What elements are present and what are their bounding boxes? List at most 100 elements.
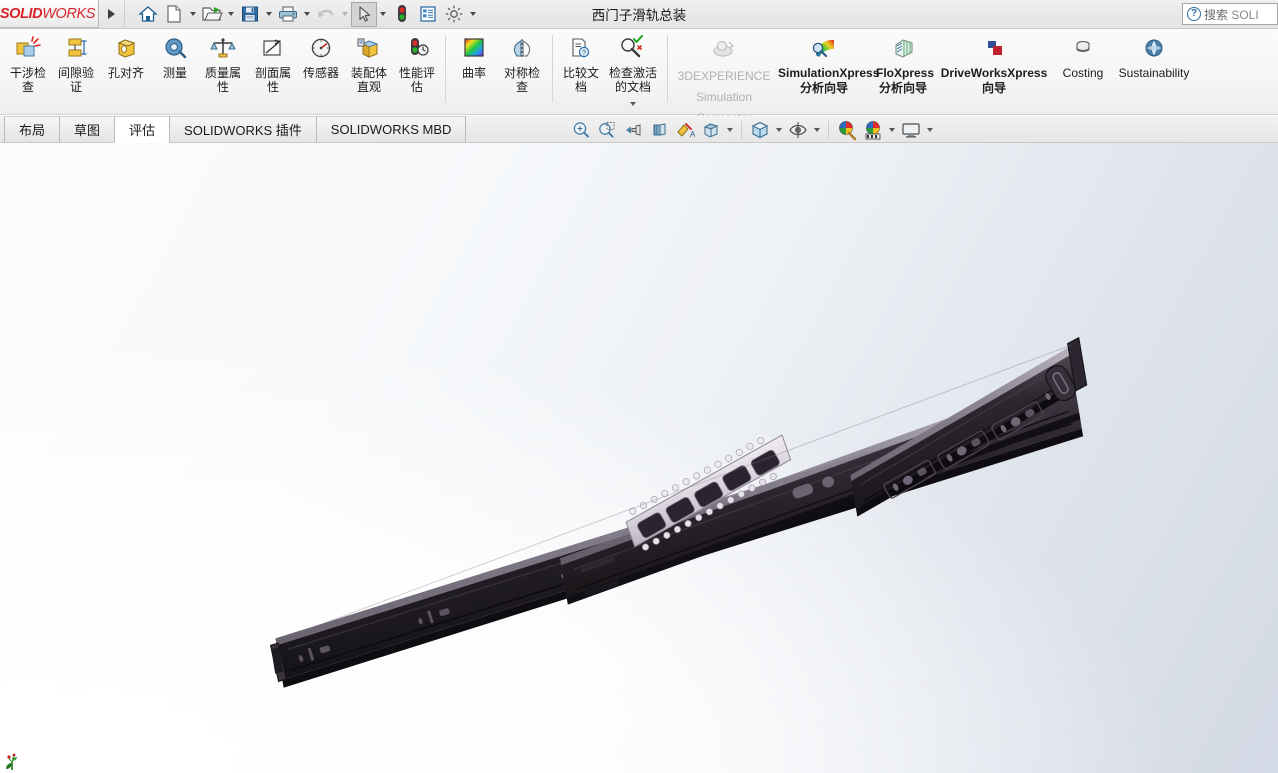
hide-show-items-button[interactable] (785, 118, 811, 142)
ribbon-assembly-visualization[interactable]: 装配体直观 (344, 29, 394, 94)
hide-show-items-dropdown[interactable] (811, 118, 823, 142)
ribbon-measure[interactable]: 测量 (152, 29, 198, 80)
previous-view-icon (626, 123, 641, 136)
ribbon-label: 间隙验证 (57, 66, 94, 94)
print-icon (279, 6, 297, 22)
home-button[interactable] (135, 2, 161, 27)
view-orientation-icon: A (677, 122, 695, 139)
ribbon-compare-documents[interactable]: ? 比较文档 (558, 29, 604, 94)
sensor-icon (306, 34, 336, 64)
open-document-dropdown[interactable] (225, 2, 237, 27)
ribbon-curvature[interactable]: 曲率 (451, 29, 497, 80)
display-style-cube-button[interactable] (747, 118, 773, 142)
tab-evaluate[interactable]: 评估 (114, 116, 171, 143)
zoom-to-area-button[interactable] (594, 118, 620, 142)
zoom-to-fit-button[interactable] (568, 118, 594, 142)
previous-view-button[interactable] (620, 118, 646, 142)
tab-label: 布局 (19, 123, 46, 138)
help-question-icon[interactable]: ? (1187, 7, 1201, 21)
view-settings-dropdown[interactable] (924, 118, 936, 142)
rebuild-icon (398, 5, 406, 22)
apply-scene-icon (865, 120, 881, 139)
open-document-button[interactable] (199, 2, 225, 27)
edit-appearance-button[interactable] (834, 118, 860, 142)
display-style-cube-dropdown[interactable] (773, 118, 785, 142)
chevron-down-icon (266, 12, 272, 16)
triangle-right-icon (108, 9, 115, 19)
home-icon (138, 6, 158, 22)
tab-sketch[interactable]: 草图 (59, 116, 116, 142)
tab-layout[interactable]: 布局 (4, 116, 61, 142)
command-manager-tabs: 布局 草图 评估 SOLIDWORKS 插件 SOLIDWORKS MBD A (0, 116, 1278, 143)
undo-dropdown[interactable] (339, 2, 351, 27)
model-viewport[interactable] (0, 143, 1278, 773)
search-input[interactable]: 搜索 SOLI (1204, 6, 1259, 23)
floxpress-icon (888, 34, 918, 64)
undo-button[interactable] (313, 2, 339, 27)
ribbon-separator (667, 35, 668, 102)
symmetry-check-icon (507, 34, 537, 64)
search-box[interactable]: ? 搜索 SOLI (1182, 3, 1278, 25)
save-button[interactable] (237, 2, 263, 27)
graphics-area[interactable] (0, 143, 1278, 773)
section-view-button[interactable] (646, 118, 672, 142)
new-document-button[interactable] (161, 2, 187, 27)
solidworks-logo[interactable]: SOLIDWORKS (0, 0, 99, 28)
svg-text:?: ? (582, 50, 586, 57)
view-orientation-button[interactable]: A (672, 118, 698, 142)
ribbon-label: 检查激活的文档 (608, 66, 657, 94)
ribbon-label: FloXpress 分析向导 (876, 66, 935, 95)
zoom-to-fit-icon (573, 121, 589, 137)
options-dropdown[interactable] (467, 2, 479, 27)
select-tool-dropdown[interactable] (377, 2, 389, 27)
ribbon-label: 质量属性 (204, 66, 241, 94)
ribbon-check-active-document[interactable]: 检查激活的文档 (604, 29, 662, 106)
chevron-down-icon[interactable] (630, 102, 636, 106)
display-style-dropdown[interactable] (724, 118, 736, 142)
undo-icon (318, 9, 334, 18)
ribbon-label: 曲率 (461, 66, 486, 80)
logo-normal-text: WORKS (42, 5, 95, 22)
apply-scene-dropdown[interactable] (886, 118, 898, 142)
apply-scene-button[interactable] (860, 118, 886, 142)
ribbon-hole-alignment[interactable]: 孔对齐 (100, 29, 152, 80)
display-style-button[interactable] (698, 118, 724, 142)
chevron-down-icon (927, 127, 933, 132)
ribbon-separator (552, 35, 553, 102)
save-dropdown[interactable] (263, 2, 275, 27)
print-button[interactable] (275, 2, 301, 27)
ribbon-interference-detection[interactable]: 干涉检查 (4, 29, 52, 94)
ribbon-costing[interactable]: Costing (1055, 29, 1111, 80)
ribbon-label: 传感器 (302, 66, 339, 80)
ribbon-label: 剖面属性 (254, 66, 291, 94)
ribbon-driveworksxpress[interactable]: DriveWorksXpress 向导 (933, 29, 1055, 96)
tab-label: 草图 (74, 123, 101, 138)
view-settings-button[interactable] (898, 118, 924, 142)
ribbon-mass-properties[interactable]: 质量属性 (198, 29, 248, 94)
section-view-icon (653, 122, 666, 136)
select-tool-button[interactable] (351, 1, 377, 27)
tab-label: SOLIDWORKS 插件 (184, 123, 302, 138)
ribbon-performance-evaluation[interactable]: 性能评估 (394, 29, 440, 94)
ribbon-symmetry-check[interactable]: 对称检查 (497, 29, 547, 94)
tab-solidworks-mbd[interactable]: SOLIDWORKS MBD (315, 116, 467, 142)
ribbon-floxpress[interactable]: FloXpress 分析向导 (873, 29, 935, 96)
chevron-down-icon (380, 12, 386, 16)
ribbon-label: 性能评估 (398, 66, 435, 94)
ribbon-clearance-verification[interactable]: 间隙验证 (52, 29, 100, 94)
tab-solidworks-addins[interactable]: SOLIDWORKS 插件 (169, 116, 317, 142)
display-style-icon (703, 122, 719, 138)
ribbon-section-properties[interactable]: 剖面属性 (248, 29, 298, 94)
chevron-down-icon (727, 127, 733, 132)
title-bar: SOLIDWORKS 西门子滑轨总装 ? 搜索 SOLI (0, 0, 1278, 29)
new-document-dropdown[interactable] (187, 2, 199, 27)
print-dropdown[interactable] (301, 2, 313, 27)
ribbon-sustainability[interactable]: Sustainability (1111, 29, 1197, 80)
ribbon-sensor[interactable]: 传感器 (298, 29, 344, 80)
options-button[interactable] (441, 2, 467, 27)
search-placeholder-cn: 搜索 (1204, 7, 1232, 22)
ribbon-simulationxpress[interactable]: SimulationXpress 分析向导 (775, 29, 879, 96)
rebuild-button[interactable] (389, 2, 415, 27)
menu-expand-button[interactable] (99, 0, 125, 29)
file-properties-button[interactable] (415, 2, 441, 27)
